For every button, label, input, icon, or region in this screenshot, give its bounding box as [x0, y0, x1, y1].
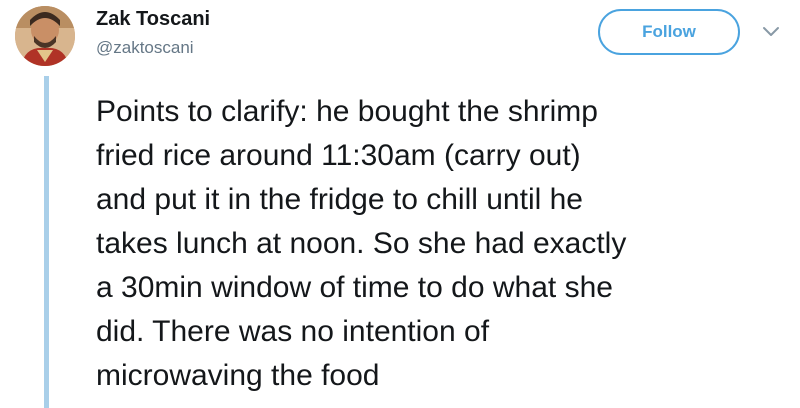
tweet-text-line: microwaving the food [96, 359, 380, 392]
tweet-text-line: Points to clarify: he bought the shrimp [96, 95, 598, 128]
follow-button[interactable]: Follow [598, 9, 740, 55]
avatar-image [15, 6, 75, 66]
tweet-text-line: did. There was no intention of [96, 315, 490, 348]
avatar[interactable] [15, 6, 75, 66]
thread-connector-line [44, 76, 49, 408]
tweet-text-line: takes lunch at noon. So she had exactly [96, 227, 627, 260]
tweet-text-line: and put it in the fridge to chill until … [96, 183, 583, 216]
chevron-down-icon[interactable] [762, 26, 780, 38]
display-name[interactable]: Zak Toscani [96, 8, 210, 31]
tweet-text-line: fried rice around 11:30am (carry out) [96, 139, 581, 172]
tweet-text-line: a 30min window of time to do what she [96, 271, 613, 304]
tweet-text: Points to clarify: he bought the shrimp … [96, 90, 786, 398]
user-handle[interactable]: @zaktoscani [96, 38, 194, 58]
